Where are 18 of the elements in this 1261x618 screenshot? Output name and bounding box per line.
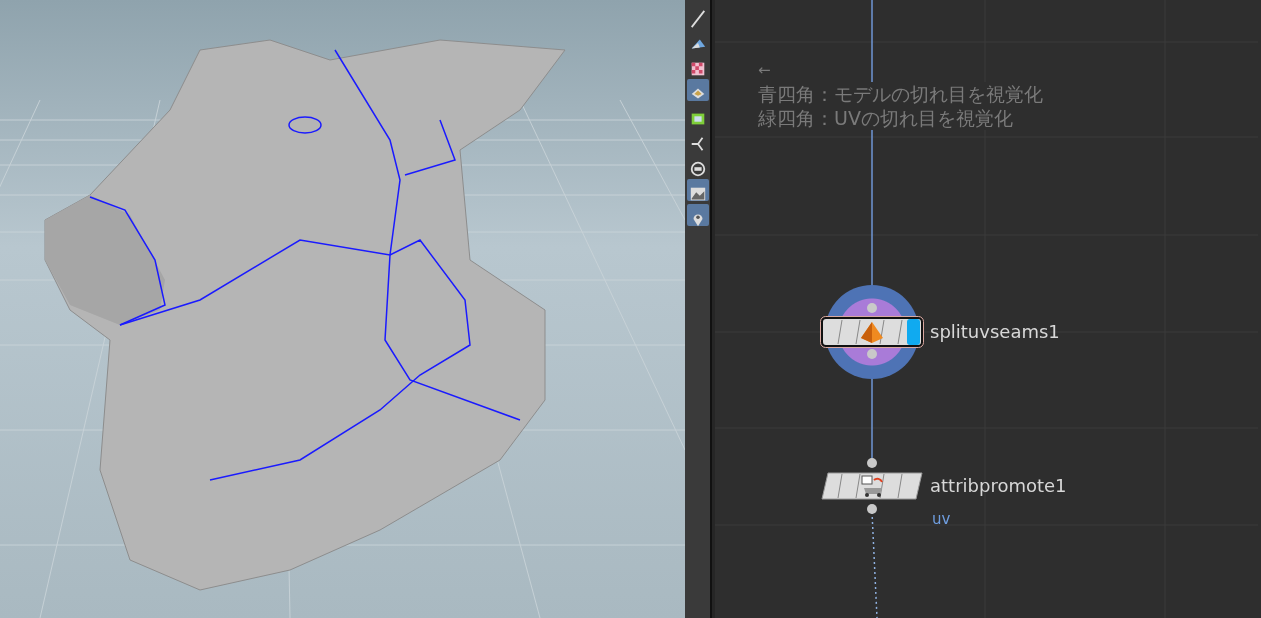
cart-icon <box>861 475 883 497</box>
handle-icon <box>689 9 707 28</box>
sticky-note-text: 緑四角：UVの切れ目を視覚化 <box>758 106 1013 130</box>
connector-dot[interactable] <box>867 504 877 514</box>
node-name: attribpromote1 <box>930 474 1067 498</box>
node-tile[interactable] <box>820 316 924 348</box>
shelf-tool-button[interactable] <box>687 204 709 226</box>
node-name: splituvseams1 <box>930 320 1060 344</box>
connector-dot[interactable] <box>867 349 877 359</box>
node-tile[interactable] <box>820 470 924 502</box>
node-comment: uv <box>932 509 951 530</box>
circle-icon <box>689 159 707 178</box>
connector-dot[interactable] <box>867 458 877 468</box>
pyramid-icon <box>861 322 883 343</box>
sticky-note-text: 青四角：モデルの切れ目を視覚化 <box>758 82 1043 106</box>
connector-dot[interactable] <box>867 303 877 313</box>
shelf-tool-button[interactable] <box>687 179 709 201</box>
shelf-tool-button[interactable] <box>687 79 709 101</box>
